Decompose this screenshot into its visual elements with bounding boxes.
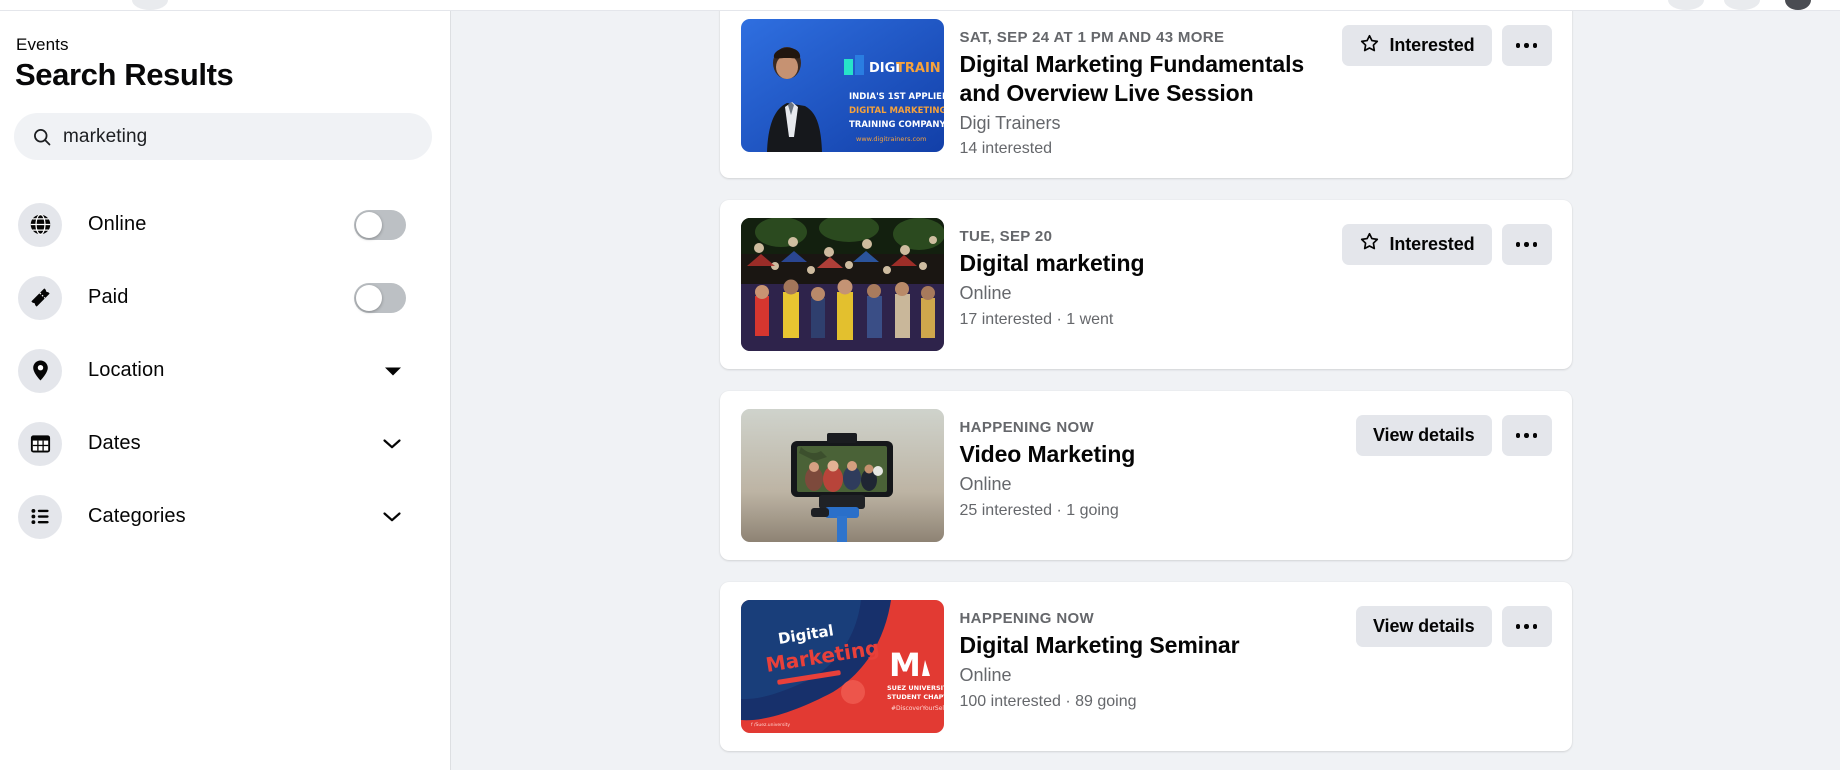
event-subtitle: Digi Trainers [959, 113, 1061, 134]
chrome-blob [132, 0, 168, 10]
event-title[interactable]: Video Marketing [960, 440, 1342, 469]
event-subtitle: Online [959, 283, 1012, 304]
globe-icon [18, 202, 62, 247]
chevron-down-icon[interactable] [382, 437, 402, 450]
sidebar-filter-label: Paid [88, 286, 129, 308]
event-card[interactable]: TUE, SEP 20 Digital marketing Online 17 … [719, 199, 1572, 369]
sidebar-filter-label: Online [88, 213, 147, 235]
event-actions: Interested [1328, 218, 1552, 265]
interested-button-label: Interested [1389, 35, 1475, 55]
calendar-icon [18, 421, 62, 466]
view-details-button-label: View details [1372, 615, 1475, 636]
interested-button[interactable]: Interested [1342, 25, 1492, 66]
event-date: HAPPENING NOW [959, 418, 1095, 436]
event-date: SAT, SEP 24 AT 1 PM AND 43 MORE [959, 29, 1225, 46]
online-toggle[interactable] [354, 209, 406, 240]
ellipsis-icon [1515, 624, 1538, 629]
interested-button-label: Interested [1389, 233, 1475, 254]
event-card[interactable]: Digital Marketing M SUEZ UNIVERSITY STUD… [719, 581, 1572, 751]
event-overflow-button[interactable] [1501, 414, 1552, 456]
sidebar-filter-online[interactable]: Online [14, 188, 432, 261]
search-input[interactable]: marketing [14, 113, 432, 160]
svg-text:TRAINING COMPANY: TRAINING COMPANY [849, 120, 944, 130]
ellipsis-icon [1515, 433, 1538, 438]
event-overflow-button[interactable] [1501, 223, 1552, 265]
chevron-down-icon[interactable] [384, 365, 402, 377]
event-actions: View details [1342, 600, 1552, 647]
svg-text:SUEZ UNIVERSITY: SUEZ UNIVERSITY [887, 684, 944, 692]
search-icon [32, 127, 52, 147]
event-title[interactable]: Digital marketing [960, 249, 1329, 278]
chevron-down-icon[interactable] [382, 510, 402, 523]
svg-text:www.digitrainers.com: www.digitrainers.com [856, 135, 926, 143]
event-details: HAPPENING NOW Video Marketing Online 25 … [944, 409, 1342, 521]
sidebar-filter-label: Location [88, 359, 165, 381]
interested-button[interactable]: Interested [1342, 223, 1492, 265]
event-meta: 17 interested · 1 went [959, 310, 1114, 328]
ticket-icon [18, 275, 62, 320]
event-date: HAPPENING NOW [959, 609, 1095, 627]
event-title[interactable]: Digital Marketing Fundamentals and Overv… [960, 50, 1329, 107]
event-meta: 25 interested · 1 going [959, 501, 1119, 519]
sidebar-filter-categories[interactable]: Categories [14, 480, 432, 553]
event-actions: Interested [1328, 19, 1552, 66]
view-details-button-label: View details [1372, 424, 1475, 445]
svg-text:M: M [889, 646, 921, 684]
event-details: SAT, SEP 24 AT 1 PM AND 43 MORE Digital … [944, 19, 1329, 160]
sidebar-filter-label: Categories [88, 505, 186, 527]
event-card[interactable]: HAPPENING NOW Video Marketing Online 25 … [719, 390, 1572, 560]
event-card[interactable]: DIGI TRAIN TRAIN INDIA'S 1ST APPLIED DIG… [719, 11, 1572, 178]
page-title: Search Results [15, 57, 234, 92]
toggle-knob [356, 211, 382, 238]
page-body: Events Search Results marketing Online P… [0, 11, 1840, 770]
view-details-button[interactable]: View details [1355, 414, 1492, 456]
event-title[interactable]: Digital Marketing Seminar [960, 631, 1342, 660]
event-details: TUE, SEP 20 Digital marketing Online 17 … [944, 218, 1329, 330]
sidebar-filter-location[interactable]: Location [14, 334, 432, 407]
event-date: TUE, SEP 20 [959, 227, 1053, 245]
event-thumbnail[interactable]: DIGI TRAIN TRAIN INDIA'S 1ST APPLIED DIG… [740, 19, 944, 152]
svg-text:TRAIN: TRAIN [896, 61, 941, 76]
star-icon [1359, 33, 1380, 59]
chrome-blob [1668, 0, 1704, 10]
event-details: HAPPENING NOW Digital Marketing Seminar … [944, 600, 1342, 712]
star-icon [1359, 231, 1380, 257]
svg-text:INDIA'S 1ST APPLIED: INDIA'S 1ST APPLIED [849, 92, 944, 102]
event-thumbnail[interactable]: Digital Marketing M SUEZ UNIVERSITY STUD… [740, 599, 944, 733]
sidebar-filter-dates[interactable]: Dates [14, 407, 432, 480]
breadcrumb: Events [16, 35, 69, 54]
sidebar-filter-label: Dates [88, 432, 141, 454]
svg-text:f /Suez.university: f /Suez.university [751, 722, 790, 728]
search-input-value: marketing [63, 126, 148, 147]
event-thumbnail[interactable] [740, 217, 944, 351]
chrome-blob [1724, 0, 1760, 10]
svg-text:DIGITAL MARKETING: DIGITAL MARKETING [849, 106, 944, 116]
avatar[interactable] [1785, 0, 1811, 10]
sidebar-filter-paid[interactable]: Paid [14, 261, 432, 334]
event-overflow-button[interactable] [1501, 605, 1552, 647]
events-filter-sidebar: Events Search Results marketing Online P… [0, 11, 451, 770]
event-actions: View details [1342, 409, 1552, 456]
ellipsis-icon [1515, 242, 1538, 247]
search-results-list: DIGI TRAIN TRAIN INDIA'S 1ST APPLIED DIG… [451, 11, 1840, 770]
event-subtitle: Online [959, 474, 1012, 495]
event-meta: 100 interested · 89 going [959, 692, 1137, 710]
location-icon [18, 348, 62, 393]
ellipsis-icon [1515, 43, 1538, 48]
svg-text:#DiscoverYourSelf: #DiscoverYourSelf [891, 705, 944, 712]
event-meta: 14 interested [959, 140, 1053, 158]
event-overflow-button[interactable] [1501, 25, 1552, 66]
top-chrome-strip [0, 0, 1840, 11]
event-subtitle: Online [959, 665, 1012, 686]
list-icon [18, 494, 62, 539]
view-details-button[interactable]: View details [1355, 605, 1492, 647]
events-search-page: Events Search Results marketing Online P… [0, 0, 1840, 770]
toggle-knob [356, 284, 382, 311]
paid-toggle[interactable] [354, 282, 406, 313]
event-thumbnail[interactable] [740, 408, 944, 542]
svg-text:STUDENT CHAPTER: STUDENT CHAPTER [887, 693, 944, 701]
